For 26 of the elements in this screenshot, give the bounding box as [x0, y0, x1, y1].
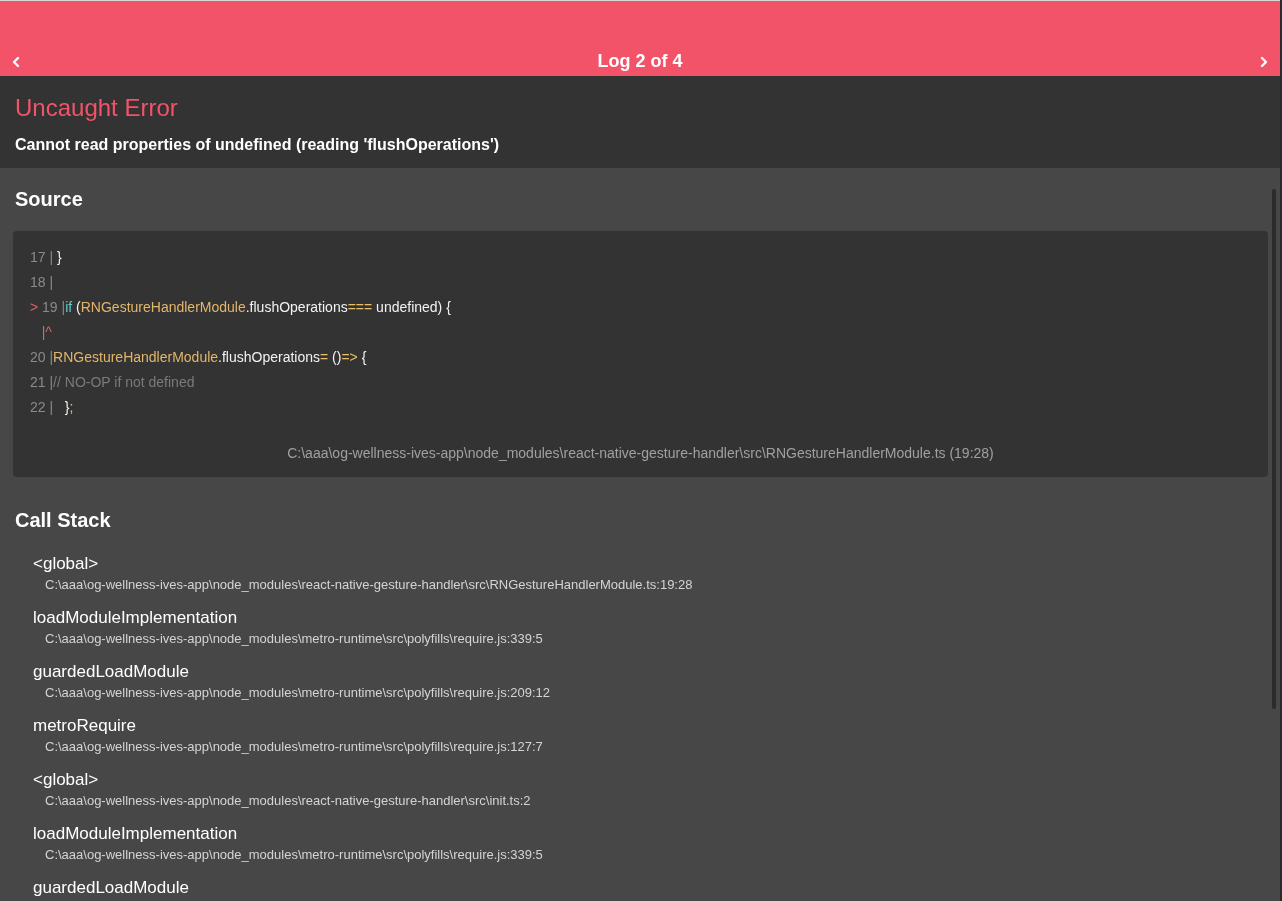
source-location[interactable]: C:\aaa\og-wellness-ives-app\node_modules\react-native-gesture-handler\src\RNGestureHandlerModule.ts (19:28) [287, 443, 994, 463]
code-line: 20 |RNGestureHandlerModule.flushOperations= ()=> { [30, 348, 368, 367]
stack-frame-file: C:\aaa\og-wellness-ives-app\node_modules\metro-runtime\src\polyfills\require.js:339:5 [44, 846, 543, 864]
stack-frame-file: C:\aaa\og-wellness-ives-app\node_modules\metro-runtime\src\polyfills\require.js:209:12 [44, 684, 551, 702]
stack-frame-file: C:\aaa\og-wellness-ives-app\node_modules\metro-runtime\src\polyfills\require.js:127:7 [44, 738, 543, 756]
code-line: > 19 |if (RNGestureHandlerModule.flushOperations=== undefined) { [30, 298, 452, 317]
stack-frame-method[interactable]: guardedLoadModule [33, 661, 189, 683]
stack-frame-file: C:\aaa\og-wellness-ives-app\node_modules\react-native-gesture-handler\src\RNGestureHandlerModule.ts:19:28 [44, 576, 693, 594]
error-message: Cannot read properties of undefined (reading 'flushOperations') [15, 135, 501, 155]
stack-frame-method[interactable]: guardedLoadModule [33, 877, 189, 899]
stack-frame-method[interactable]: metroRequire [33, 715, 136, 737]
code-line: 18 | [30, 273, 55, 292]
code-line: 21 |// NO-OP if not defined [30, 373, 196, 392]
code-line: |^ [40, 323, 53, 342]
stack-frame-method[interactable]: <global> [33, 769, 99, 791]
code-line: 22 | }; [30, 398, 75, 417]
section-title: Call Stack [14, 508, 112, 533]
stack-frame-file: C:\aaa\og-wellness-ives-app\node_modules\metro-runtime\src\polyfills\require.js:339:5 [44, 630, 543, 648]
code-line: 17 | } [30, 248, 63, 267]
stack-frame-method[interactable]: loadModuleImplementation [33, 607, 238, 629]
stack-frame-method[interactable]: loadModuleImplementation [33, 823, 238, 845]
stack-frame-method[interactable]: <global> [33, 553, 99, 575]
log-counter: Log 2 of 4 [597, 50, 683, 73]
section-title: Source [14, 187, 84, 212]
error-title: Uncaught Error [15, 93, 179, 123]
stack-frame-file: C:\aaa\og-wellness-ives-app\node_modules\react-native-gesture-handler\src\init.ts:2 [44, 792, 531, 810]
